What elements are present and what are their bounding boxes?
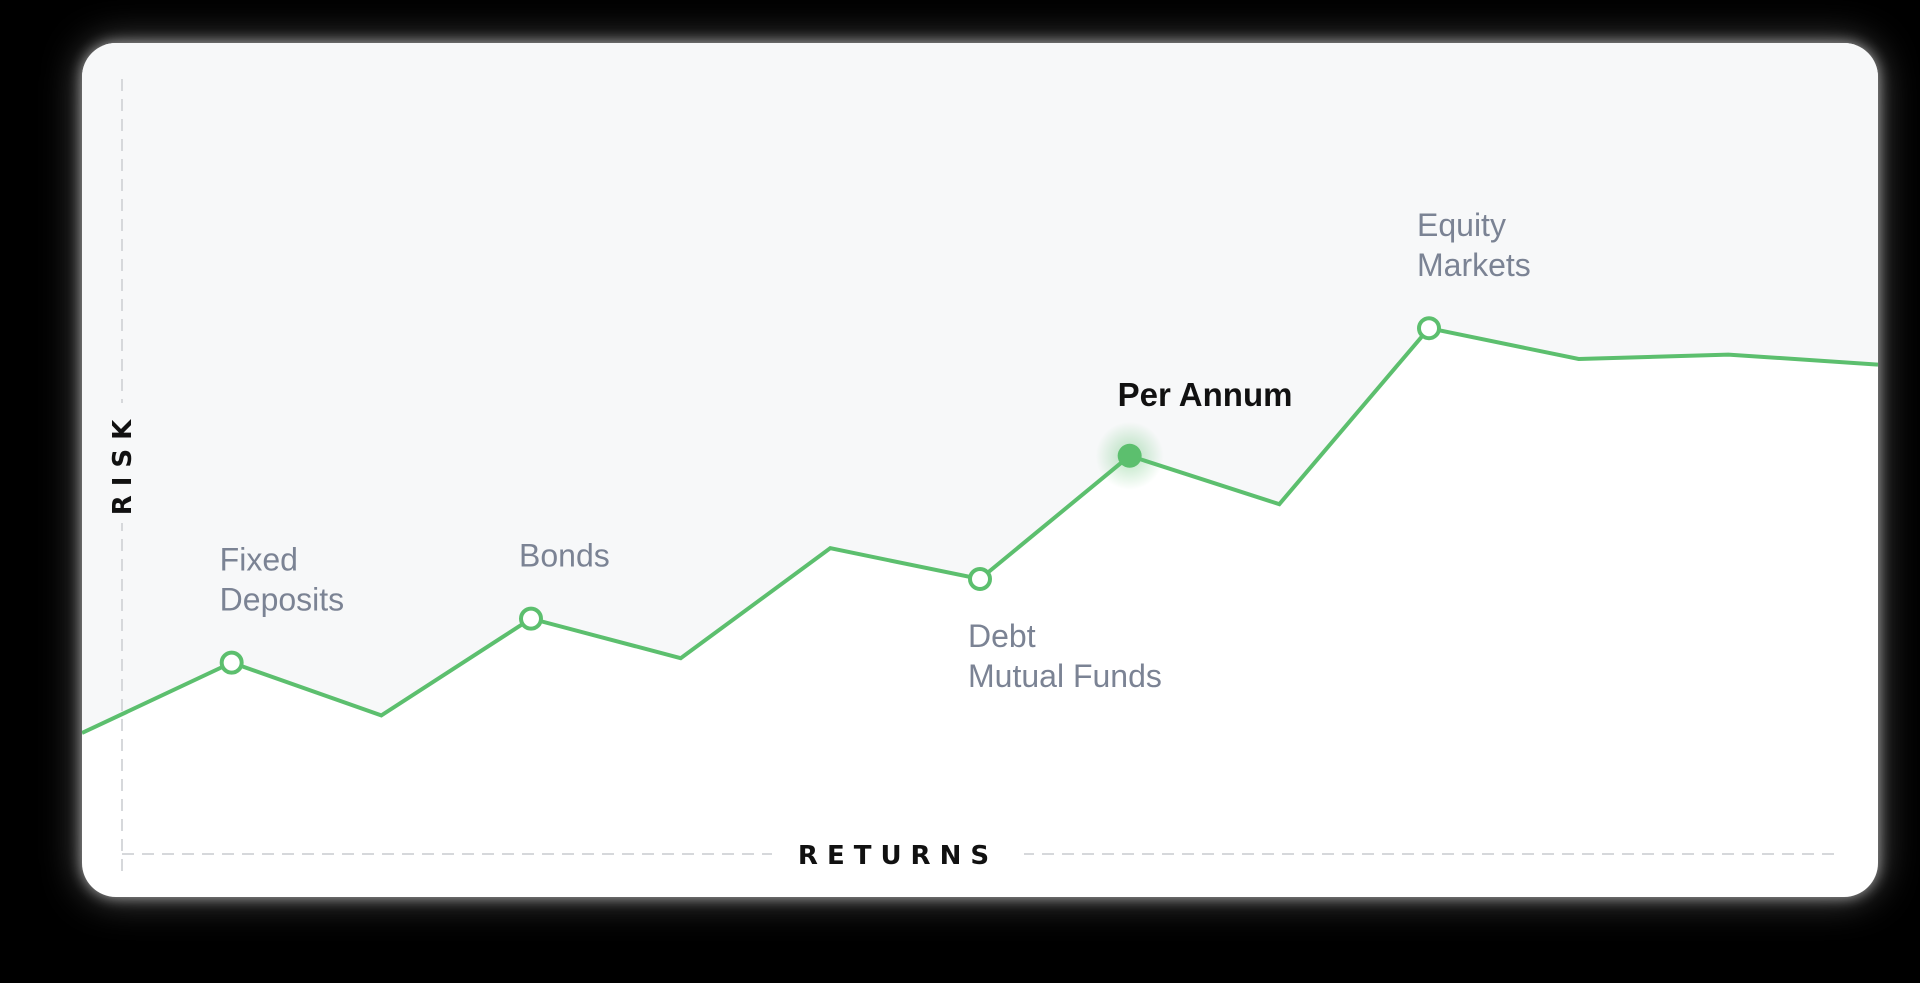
data-point-label-line: Bonds [519, 538, 610, 574]
data-point[interactable] [219, 650, 244, 675]
y-axis-title: RISK [108, 411, 138, 516]
data-point-label-line: Mutual Funds [968, 658, 1162, 694]
x-axis-title: RETURNS [798, 841, 998, 871]
data-point-label-line: Fixed [220, 542, 298, 578]
data-point-label-line: Equity [1417, 207, 1506, 243]
data-point[interactable] [519, 606, 543, 631]
data-point-label-line: Per Annum [1118, 376, 1293, 413]
data-point-label-line: Markets [1417, 247, 1531, 283]
data-point-label: Debt Mutual Funds [968, 618, 1162, 694]
risk-returns-chart: RETURNS RISK Fixed Deposits Bonds Debt Mutual… [82, 43, 1878, 873]
chart-card: RETURNS RISK Fixed Deposits Bonds Debt Mutual… [82, 43, 1878, 897]
data-point[interactable] [1417, 316, 1441, 341]
data-point[interactable] [968, 567, 992, 591]
data-point-label: Bonds [519, 538, 610, 574]
data-point-label-line: Debt [968, 618, 1036, 654]
highlight-point[interactable] [1117, 443, 1142, 468]
highlight-point-label: Per Annum [1118, 376, 1293, 413]
data-point-label-line: Deposits [220, 582, 345, 618]
